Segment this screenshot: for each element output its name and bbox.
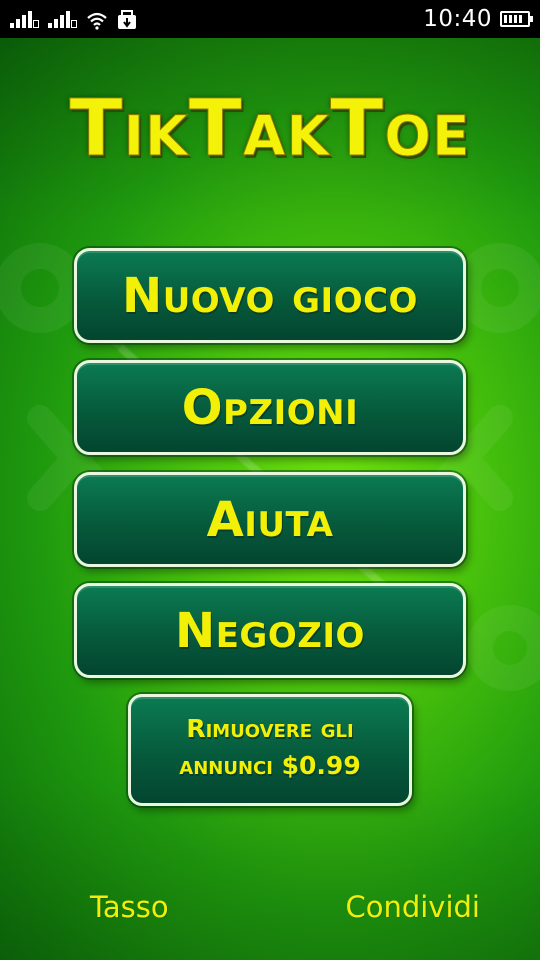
signal-icon — [10, 10, 40, 30]
usb-icon — [118, 10, 136, 29]
battery-icon — [500, 11, 533, 27]
help-button[interactable]: Aiuta — [74, 472, 466, 567]
app-screen: TikTakToe Nuovo gioco Opzioni Aiuta Nego… — [0, 38, 540, 960]
wifi-icon — [87, 12, 107, 30]
share-link[interactable]: Condividi — [345, 890, 480, 924]
signal-icon — [48, 10, 78, 30]
clock: 10:40 — [423, 6, 492, 32]
status-icons-left — [10, 8, 138, 30]
status-bar: 10:40 — [0, 0, 540, 38]
new-game-button[interactable]: Nuovo gioco — [74, 248, 466, 343]
remove-ads-button[interactable]: Rimuovere gli annunci $0.99 — [128, 694, 412, 806]
game-title: TikTakToe — [69, 84, 471, 174]
rate-link[interactable]: Tasso — [90, 890, 169, 924]
shop-button[interactable]: Negozio — [74, 583, 466, 678]
status-icons-right: 10:40 — [423, 4, 533, 34]
battery-level — [504, 15, 524, 23]
options-button[interactable]: Opzioni — [74, 360, 466, 455]
